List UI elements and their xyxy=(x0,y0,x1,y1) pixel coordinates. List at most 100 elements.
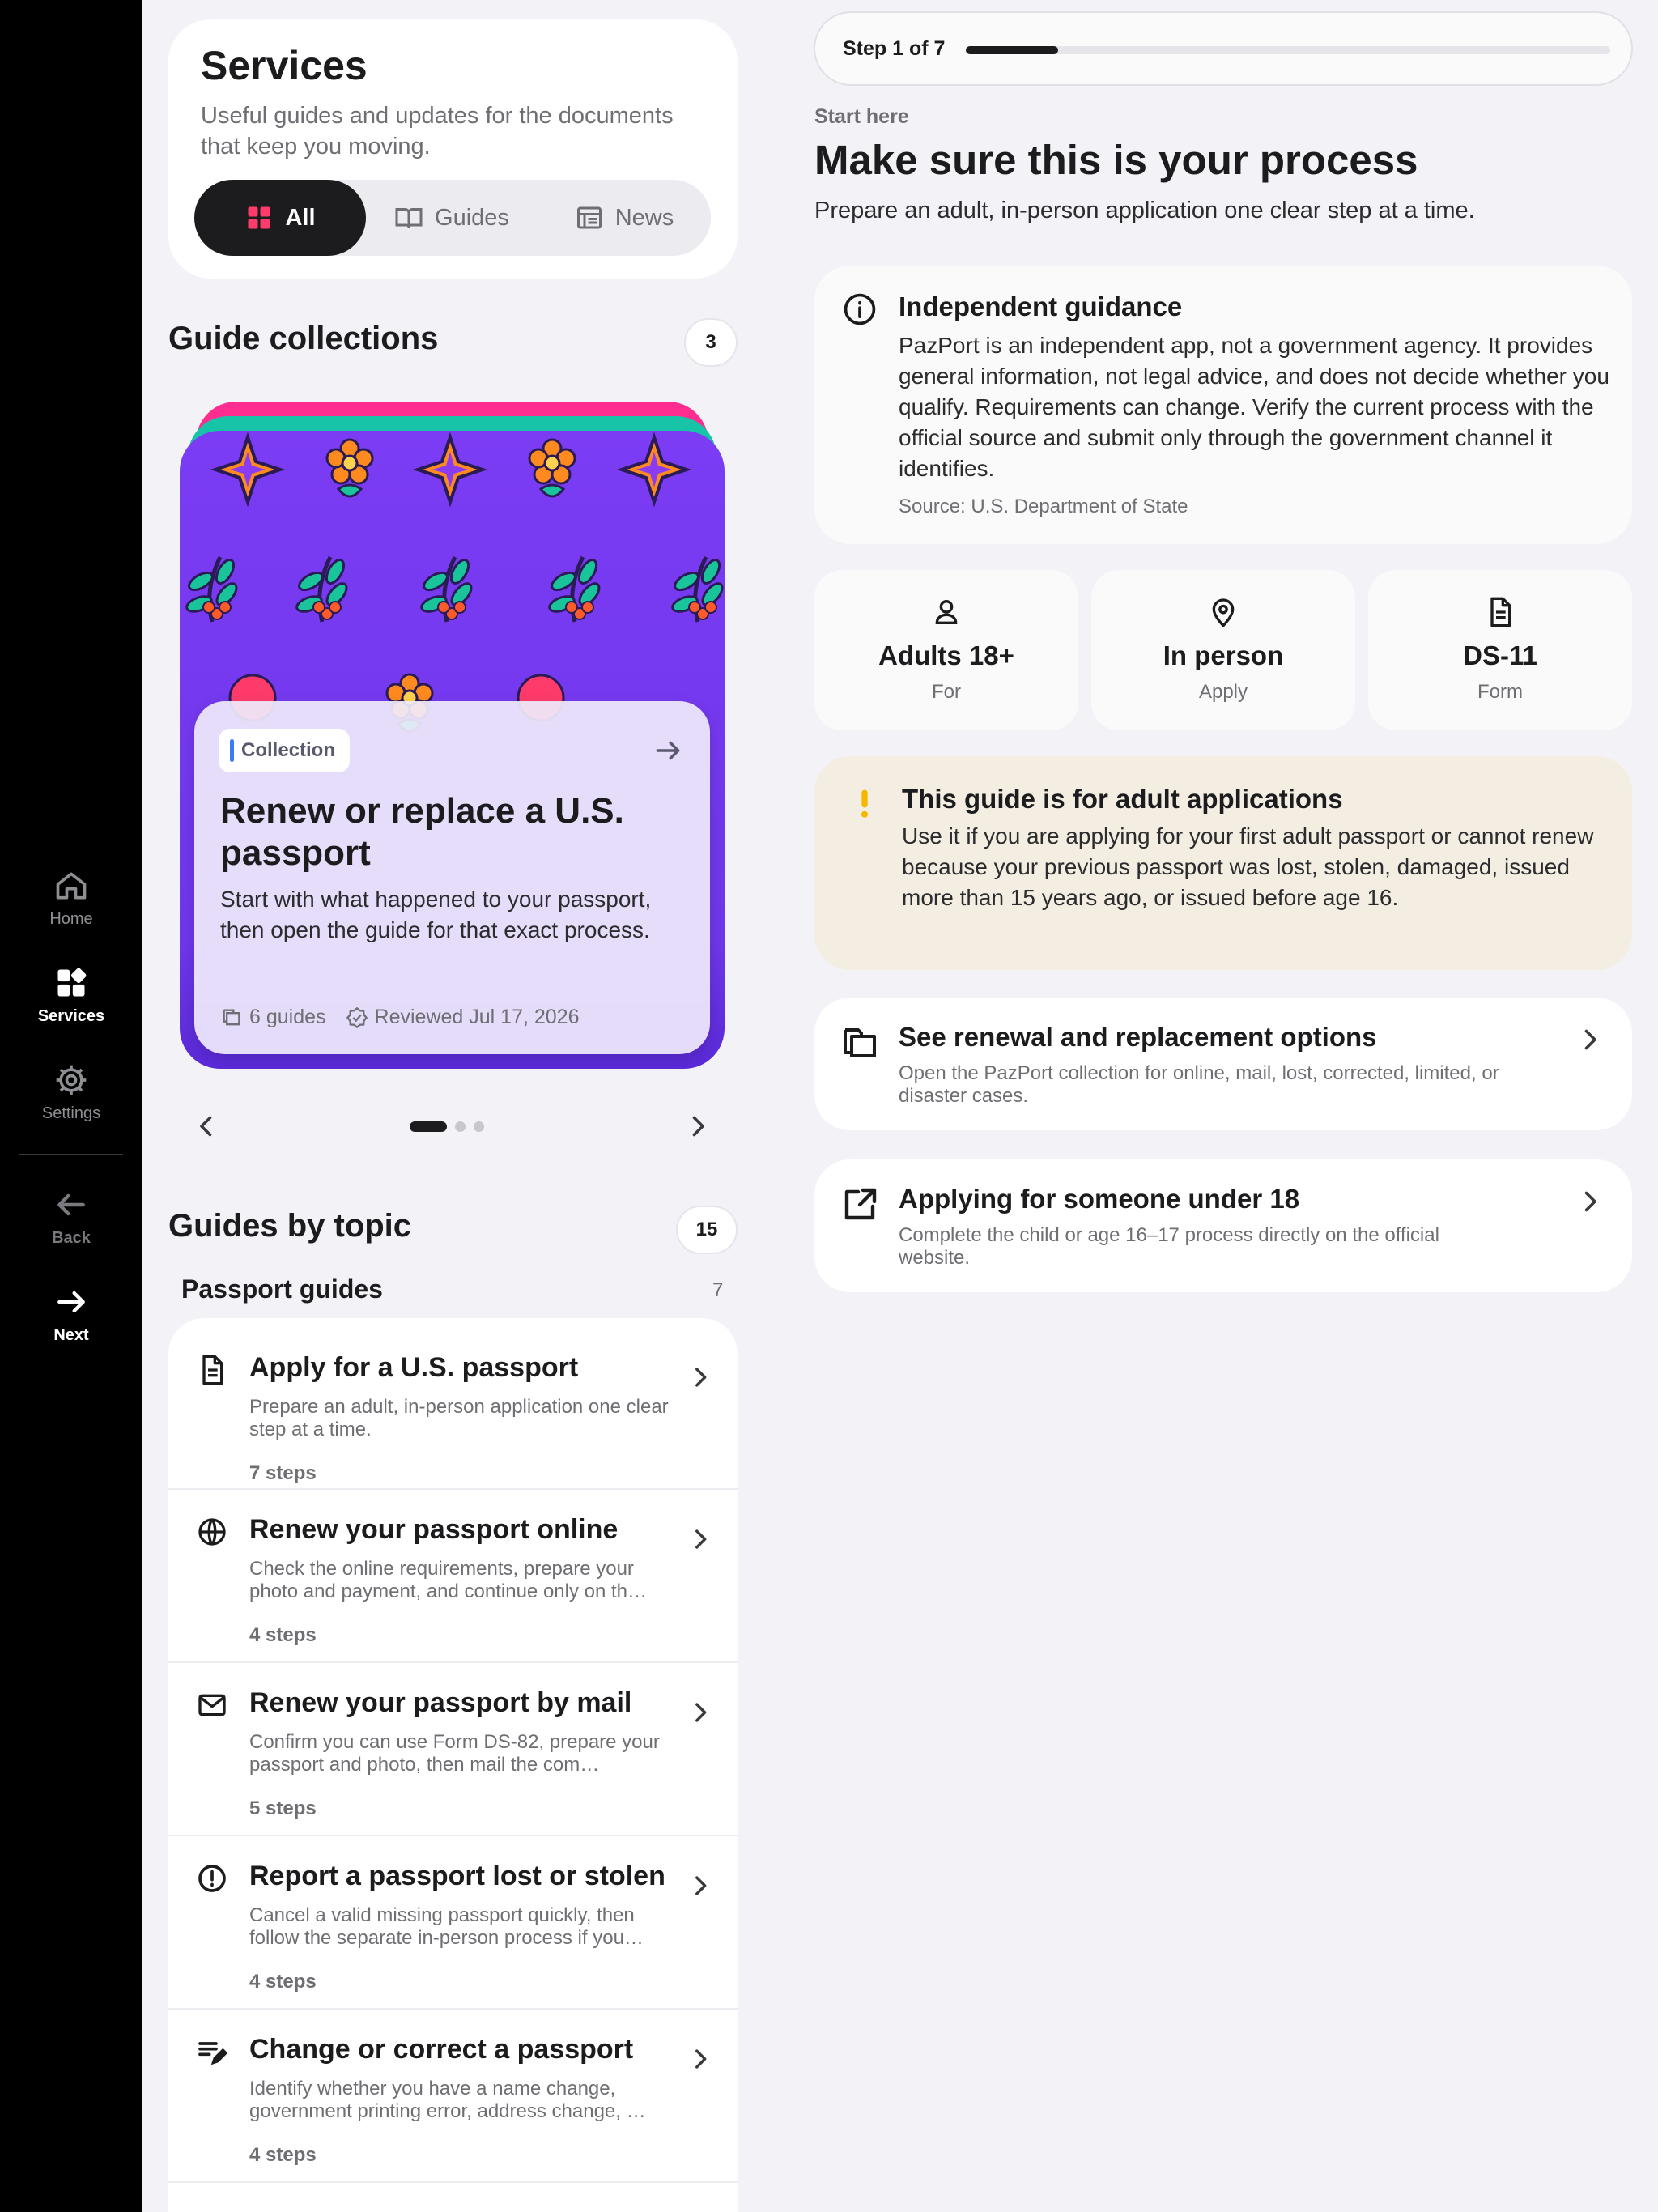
guide-title: Change or correct a passport xyxy=(249,2034,634,2065)
link-description: Open the PazPort collection for online, … xyxy=(899,1062,1499,1107)
segment-news[interactable]: News xyxy=(538,180,711,256)
collection-title: Renew or replace a U.S. passport xyxy=(220,791,624,873)
carousel-dot xyxy=(474,1121,484,1132)
guide-steps: 4 steps xyxy=(249,2144,317,2166)
arrow-right-icon xyxy=(57,1291,85,1313)
guide-description: Identify whether you have a name change,… xyxy=(249,2078,646,2122)
segment-all-label: All xyxy=(285,204,316,231)
rail-divider xyxy=(19,1154,123,1155)
external-link-icon xyxy=(844,1188,877,1220)
exclamation-icon xyxy=(861,789,869,818)
step-progress-bar: Step 1 of 7 xyxy=(814,11,1633,86)
guide-row-renew-online[interactable]: Renew your passport online Check the onl… xyxy=(168,1490,738,1663)
fact-card-for: Adults 18+ For xyxy=(814,570,1078,730)
fact-card-form: DS-11 Form xyxy=(1368,570,1632,730)
chevron-right-icon xyxy=(695,1368,707,1387)
step-label: Step 1 of 7 xyxy=(843,37,946,60)
home-icon xyxy=(56,872,87,900)
link-title: Applying for someone under 18 xyxy=(899,1184,1300,1214)
collection-description: Start with what happened to your passpor… xyxy=(220,887,652,942)
under-18-link[interactable]: Applying for someone under 18 Complete t… xyxy=(814,1159,1632,1292)
chevron-right-icon xyxy=(1584,1029,1596,1050)
edit-list-icon xyxy=(198,2042,228,2065)
carousel-next-button[interactable] xyxy=(683,1112,712,1141)
guide-steps: 4 steps xyxy=(249,1624,317,1646)
guidance-source: Source: U.S. Department of State xyxy=(899,496,1188,517)
collection-info-overlay: Collection Renew or replace a U.S. passp… xyxy=(194,701,710,1054)
link-description: Complete the child or age 16–17 process … xyxy=(899,1224,1439,1269)
fact-card-apply: In person Apply xyxy=(1091,570,1355,730)
guide-row-renew-mail[interactable]: Renew your passport by mail Confirm you … xyxy=(168,1663,738,1836)
location-pin-icon xyxy=(1212,598,1235,628)
collections-heading: Guide collections xyxy=(168,321,439,356)
rail-item-services[interactable]: Services xyxy=(0,965,142,1026)
document-icon xyxy=(1490,597,1511,627)
guide-row-change-correct[interactable]: Change or correct a passport Identify wh… xyxy=(168,2010,738,2183)
guide-title: Renew your passport by mail xyxy=(249,1687,632,1718)
person-icon xyxy=(935,600,958,624)
fact-label: For xyxy=(932,681,961,703)
back-label: Back xyxy=(52,1229,91,1247)
carousel-prev-button[interactable] xyxy=(192,1112,221,1141)
carousel-dot xyxy=(455,1121,466,1132)
collections-count-badge: 3 xyxy=(684,318,738,367)
collection-meta: 6 guides Reviewed Jul 17, 2026 xyxy=(220,1006,579,1029)
step-title: Make sure this is your process xyxy=(814,137,1418,183)
section-count-passport: 7 xyxy=(712,1279,724,1301)
collection-card[interactable]: Collection Renew or replace a U.S. passp… xyxy=(180,402,725,1069)
guide-row-apply[interactable]: Apply for a U.S. passport Prepare an adu… xyxy=(168,1328,738,1490)
fact-value: DS-11 xyxy=(1463,640,1537,670)
page-subtitle: Useful guides and updates for the docume… xyxy=(201,103,674,160)
guide-description: Cancel a valid missing passport quickly,… xyxy=(249,1904,644,1949)
guide-steps: 4 steps xyxy=(249,1971,317,1993)
warning-title: This guide is for adult applications xyxy=(902,784,1343,814)
segment-guides[interactable]: Guides xyxy=(366,180,538,256)
carousel-page-indicator xyxy=(410,1121,484,1132)
grid-icon xyxy=(57,968,87,997)
collection-tag: Collection xyxy=(219,729,351,772)
section-heading-passport: Passport guides xyxy=(181,1274,383,1304)
grid-icon xyxy=(248,206,270,229)
fact-value: In person xyxy=(1163,640,1284,670)
fact-value: Adults 18+ xyxy=(878,640,1014,670)
warning-body: Use it if you are applying for your firs… xyxy=(902,823,1594,910)
guide-row-lost-stolen[interactable]: Report a passport lost or stolen Cancel … xyxy=(168,1836,738,2010)
segment-news-label: News xyxy=(614,204,674,231)
step-subtitle: Prepare an adult, in-person application … xyxy=(814,198,1475,223)
envelope-icon xyxy=(198,1694,226,1716)
alert-circle-icon xyxy=(198,1865,226,1892)
back-button[interactable]: Back xyxy=(0,1187,142,1248)
globe-icon xyxy=(198,1518,226,1546)
guide-steps: 7 steps xyxy=(249,1462,317,1484)
page-title: Services xyxy=(201,43,368,88)
guide-title: Renew your passport online xyxy=(249,1514,619,1545)
navigation-rail: Home Services Settings Back Next xyxy=(0,0,142,2212)
chevron-right-icon xyxy=(695,1529,707,1549)
next-label: Next xyxy=(53,1326,89,1344)
step-eyebrow: Start here xyxy=(814,105,909,128)
folders-icon xyxy=(223,1009,240,1025)
chevron-right-icon xyxy=(695,2049,707,2069)
rail-item-settings[interactable]: Settings xyxy=(0,1062,142,1123)
next-button[interactable]: Next xyxy=(0,1284,142,1345)
link-title: See renewal and replacement options xyxy=(899,1022,1377,1052)
topics-count-badge: 15 xyxy=(676,1206,738,1254)
arrow-right-icon[interactable] xyxy=(653,735,683,766)
rail-item-home[interactable]: Home xyxy=(0,868,142,929)
renewal-options-link[interactable]: See renewal and replacement options Open… xyxy=(814,998,1632,1130)
rail-label-home: Home xyxy=(49,910,93,928)
open-book-icon xyxy=(395,208,423,228)
collection-tag-label: Collection xyxy=(241,739,336,761)
topics-heading: Guides by topic xyxy=(168,1208,412,1244)
rail-label-settings: Settings xyxy=(41,1104,101,1122)
newspaper-icon xyxy=(576,206,602,229)
gear-icon xyxy=(56,1065,87,1095)
arrow-left-icon xyxy=(57,1193,85,1216)
segment-all[interactable]: All xyxy=(194,180,366,256)
guide-description: Check the online requirements, prepare y… xyxy=(249,1558,648,1602)
progress-fill xyxy=(966,46,1058,54)
guide-title: Apply for a U.S. passport xyxy=(249,1352,579,1383)
guide-title: Report a passport lost or stolen xyxy=(249,1861,665,1891)
folders-icon xyxy=(844,1028,876,1057)
independent-guidance-card: Independent guidance PazPort is an indep… xyxy=(814,266,1632,544)
